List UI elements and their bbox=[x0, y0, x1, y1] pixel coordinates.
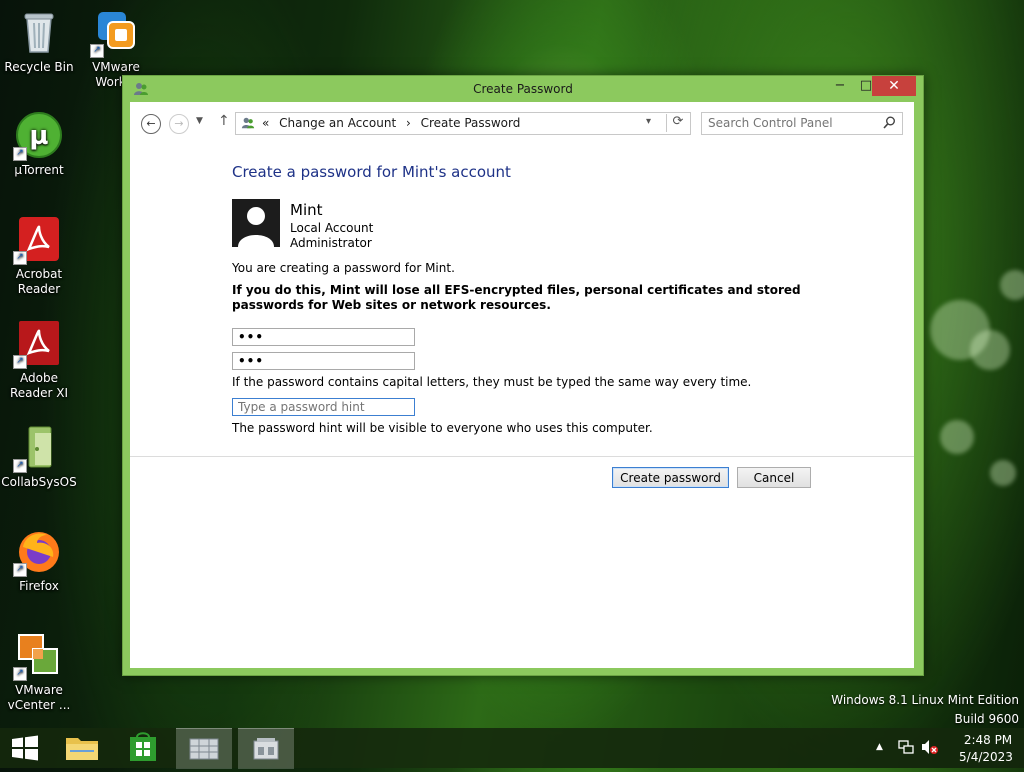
shortcut-arrow-icon: ↗ bbox=[13, 667, 27, 681]
clock-time[interactable]: 2:48 PM bbox=[958, 733, 1018, 747]
account-role: Administrator bbox=[290, 236, 372, 250]
desktop-icon-label: Acrobat Reader bbox=[15, 267, 63, 296]
breadcrumb-separator: › bbox=[405, 116, 411, 130]
breadcrumb-create-password[interactable]: Create Password bbox=[421, 116, 521, 130]
desktop-icon-label: µTorrent bbox=[14, 163, 64, 177]
shortcut-arrow-icon: ↗ bbox=[13, 459, 27, 473]
breadcrumb: « Change an Account › Create Password bbox=[262, 116, 520, 130]
create-password-window: Create Password − □ ✕ ← → ▼ ↑ « Change a… bbox=[122, 75, 924, 676]
confirm-password-field[interactable] bbox=[232, 352, 415, 370]
shortcut-arrow-icon: ↗ bbox=[13, 355, 27, 369]
wallpaper-bokeh bbox=[970, 330, 1010, 370]
password-hint-field[interactable] bbox=[232, 398, 415, 416]
acrobat-reader-icon: ↗ bbox=[13, 215, 63, 265]
taskbar-control-panel[interactable] bbox=[176, 728, 232, 769]
store-icon bbox=[130, 732, 156, 761]
desktop-icon-recycle-bin[interactable]: Recycle Bin bbox=[1, 8, 77, 75]
up-button[interactable]: ↑ bbox=[218, 113, 230, 129]
close-button[interactable]: ✕ bbox=[872, 76, 916, 96]
minimize-button[interactable]: − bbox=[827, 76, 853, 96]
account-name: Mint bbox=[290, 201, 323, 219]
shortcut-arrow-icon: ↗ bbox=[13, 147, 27, 161]
os-edition-text: Windows 8.1 Linux Mint Edition bbox=[831, 693, 1019, 707]
windows-logo-icon bbox=[12, 735, 38, 761]
address-bar[interactable]: « Change an Account › Create Password ▾ … bbox=[235, 112, 691, 135]
account-type: Local Account bbox=[290, 221, 374, 235]
title-bar[interactable]: Create Password − □ ✕ bbox=[123, 76, 923, 102]
show-hidden-icons-chevron-icon[interactable]: ▲ bbox=[876, 742, 883, 752]
network-icon[interactable] bbox=[898, 739, 914, 758]
vmware-vcenter-icon: ↗ bbox=[13, 631, 63, 681]
create-password-button[interactable]: Create password bbox=[612, 467, 729, 488]
search-box[interactable] bbox=[701, 112, 903, 135]
desktop-icon-label: VMware vCenter ... bbox=[7, 683, 71, 712]
os-build-text: Build 9600 bbox=[954, 712, 1019, 726]
desktop-icon-acrobat-reader[interactable]: ↗ Acrobat Reader bbox=[1, 215, 77, 297]
clock-date[interactable]: 5/4/2023 bbox=[954, 750, 1018, 764]
forward-button[interactable]: → bbox=[169, 114, 189, 134]
wallpaper-bokeh bbox=[990, 460, 1016, 486]
recycle-bin-icon bbox=[15, 8, 63, 56]
control-panel-icon bbox=[189, 738, 219, 760]
svg-text:µ: µ bbox=[29, 121, 48, 151]
breadcrumb-change-account[interactable]: Change an Account bbox=[279, 116, 396, 130]
back-button[interactable]: ← bbox=[141, 114, 161, 134]
warning-text: If you do this, Mint will lose all EFS-e… bbox=[232, 283, 801, 312]
user-accounts-icon bbox=[253, 738, 279, 760]
desktop-icon-vmware-vcenter[interactable]: ↗ VMware vCenter ... bbox=[1, 631, 77, 713]
start-button[interactable] bbox=[0, 728, 50, 768]
caps-note: If the password contains capital letters… bbox=[232, 375, 752, 389]
window-title: Create Password bbox=[473, 82, 573, 96]
desktop-icon-utorrent[interactable]: µ ↗ µTorrent bbox=[1, 111, 77, 178]
vmware-workstation-icon: ↗ bbox=[90, 8, 140, 58]
desktop-icon-label: CollabSysOS bbox=[1, 475, 77, 489]
search-icon[interactable] bbox=[883, 116, 896, 132]
shortcut-arrow-icon: ↗ bbox=[13, 563, 27, 577]
utorrent-icon: µ ↗ bbox=[13, 111, 63, 161]
user-avatar-icon bbox=[232, 199, 280, 247]
search-input[interactable] bbox=[708, 115, 876, 130]
desktop-icon-collabsysos[interactable]: ↗ CollabSysOS bbox=[1, 423, 77, 490]
desktop-icon-adobe-reader[interactable]: ↗ Adobe Reader XI bbox=[1, 319, 77, 401]
shortcut-arrow-icon: ↗ bbox=[90, 44, 104, 58]
adobe-reader-icon: ↗ bbox=[13, 319, 63, 369]
recent-locations-chevron-icon[interactable]: ▼ bbox=[196, 116, 203, 126]
shortcut-arrow-icon: ↗ bbox=[13, 251, 27, 265]
control-panel-icon bbox=[241, 116, 255, 133]
desktop-icon-label: Recycle Bin bbox=[4, 60, 74, 74]
address-dropdown-chevron-icon[interactable]: ▾ bbox=[646, 116, 651, 127]
cancel-button[interactable]: Cancel bbox=[737, 467, 811, 488]
taskbar-file-explorer[interactable] bbox=[54, 728, 110, 768]
hint-note: The password hint will be visible to eve… bbox=[232, 421, 653, 435]
desktop-icon-label: Adobe Reader XI bbox=[9, 371, 69, 400]
desktop-icon-firefox[interactable]: ↗ Firefox bbox=[1, 527, 77, 594]
page-title: Create a password for Mint's account bbox=[232, 163, 511, 181]
wallpaper-bokeh bbox=[1000, 270, 1024, 300]
breadcrumb-prefix[interactable]: « bbox=[262, 116, 269, 130]
wallpaper-bokeh bbox=[940, 420, 974, 454]
volume-muted-icon[interactable] bbox=[921, 739, 939, 758]
taskbar: ▲ 2:48 PM 5/4/2023 bbox=[0, 728, 1024, 769]
refresh-button[interactable]: ⟳ bbox=[666, 114, 689, 132]
taskbar-user-accounts[interactable] bbox=[238, 728, 294, 769]
firefox-icon: ↗ bbox=[13, 527, 63, 577]
taskbar-windows-store[interactable] bbox=[115, 728, 171, 768]
folder-icon bbox=[66, 738, 98, 760]
desktop-icon-label: Firefox bbox=[19, 579, 59, 593]
new-password-field[interactable] bbox=[232, 328, 415, 346]
window-content: ← → ▼ ↑ « Change an Account › Create Pas… bbox=[130, 102, 914, 668]
divider bbox=[130, 456, 914, 457]
info-text: You are creating a password for Mint. bbox=[232, 261, 455, 275]
collabsysos-icon: ↗ bbox=[13, 423, 63, 473]
